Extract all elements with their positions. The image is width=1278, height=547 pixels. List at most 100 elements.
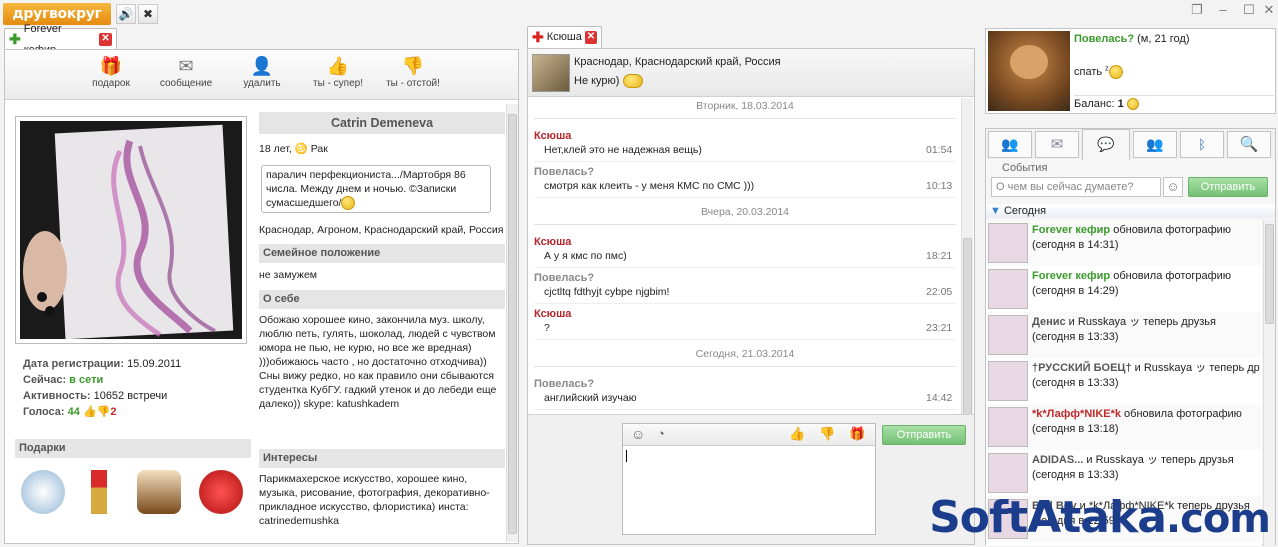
message-button[interactable]: ✉ сообщение: [155, 54, 217, 89]
events-send-button[interactable]: Отправить: [1188, 177, 1268, 197]
dislike-button[interactable]: 👎 ты - отстой!: [377, 54, 449, 89]
event-user[interactable]: Денис: [1032, 316, 1066, 328]
profile-panel: 🎁 подарок ✉ сообщение 👤 удалить 👍 ты - с…: [4, 49, 519, 544]
event-text: *k*Лафф*NIKE*k обновила фотографию: [1032, 407, 1260, 421]
reg-value: 15.09.2011: [127, 358, 182, 370]
message-author[interactable]: Ксюша: [534, 308, 571, 320]
divider: [534, 409, 956, 410]
profile-info: Catrin Demeneva 18 лет, ♋ Рак паралич пе…: [259, 112, 505, 544]
emoji-icon[interactable]: ☺: [1163, 177, 1183, 197]
profile-scrollbar[interactable]: [506, 104, 518, 542]
like-button[interactable]: 👍 ты - супер!: [307, 54, 369, 89]
event-user[interactable]: *k*Лафф*NIKE*k: [1032, 408, 1121, 420]
event-thumbnail[interactable]: [988, 361, 1028, 401]
activity-value: 10652 встречи: [93, 390, 168, 402]
smiley-icon: [341, 196, 356, 211]
date-separator: Вторник, 18.03.2014: [696, 100, 794, 112]
event-thumbnail[interactable]: [988, 269, 1028, 309]
event-thumbnail[interactable]: [988, 223, 1028, 263]
events-scroll-thumb[interactable]: [1265, 224, 1274, 324]
message-text: Нет,клей это не надежная вещь): [544, 144, 702, 156]
group-icon: 👥: [1146, 136, 1164, 152]
message-time: 22:05: [926, 286, 953, 298]
contact-avatar[interactable]: [532, 54, 570, 92]
gift-icon[interactable]: 🎁: [849, 426, 865, 442]
activity-label: Активность:: [23, 390, 91, 402]
balance-label: Баланс:: [1074, 98, 1115, 110]
thumbs-down-icon[interactable]: 👎: [819, 426, 835, 442]
event-item[interactable]: Forever кефир обновила фотографию (сегодн…: [986, 266, 1262, 312]
message-input[interactable]: [623, 447, 875, 534]
my-status[interactable]: спать z: [1074, 65, 1123, 79]
delete-button[interactable]: 👤 удалить: [237, 54, 287, 89]
tab-bluetooth[interactable]: ᛒ: [1180, 131, 1224, 158]
message-author[interactable]: Повелась?: [534, 378, 594, 390]
event-item[interactable]: ADIDAS... и Russkaya ッ теперь друзья (сег…: [986, 450, 1262, 496]
lipstick-gift-icon[interactable]: [91, 470, 107, 514]
tab-messages[interactable]: ✉: [1035, 131, 1079, 158]
event-item[interactable]: Денис и Russkaya ッ теперь друзья (сегодня…: [986, 312, 1262, 358]
close-tab-icon[interactable]: ✕: [584, 31, 597, 44]
event-time: (сегодня в 14:31): [1032, 239, 1119, 251]
tab-events[interactable]: 💬: [1082, 129, 1130, 160]
sticker-icon[interactable]: ◔: [657, 426, 665, 441]
maximize-icon[interactable]: ☐: [1238, 2, 1260, 18]
close-tab-icon[interactable]: ✕: [99, 33, 112, 46]
divider: [534, 161, 956, 162]
message-author[interactable]: Ксюша: [534, 236, 571, 248]
tab-profile[interactable]: ✚ Forever кефир ✕: [4, 23, 117, 56]
tab-contacts[interactable]: 👥: [988, 131, 1032, 158]
event-user[interactable]: †РУССКИЙ БОЕЦ†: [1032, 362, 1132, 374]
diamond-gift-icon[interactable]: [21, 470, 65, 514]
speaker-icon[interactable]: 🔊: [116, 4, 136, 24]
event-item[interactable]: *k*Лафф*NIKE*k обновила фотографию (сегод…: [986, 404, 1262, 450]
sleepy-smiley-icon: [1108, 65, 1123, 79]
message-time: 10:13: [926, 180, 953, 192]
envelope-icon: ✉: [178, 56, 194, 76]
chat-panel: Краснодар, Краснодарский край, Россия Не…: [527, 48, 975, 545]
search-icon: 🔍: [1239, 136, 1259, 153]
message-text: английский изучаю: [544, 392, 637, 404]
event-thumbnail[interactable]: [988, 407, 1028, 447]
close-icon[interactable]: ✕: [1258, 2, 1278, 18]
balance-value: 1: [1117, 98, 1124, 110]
profile-photo[interactable]: [15, 116, 247, 344]
votes-up: 44: [67, 406, 80, 418]
tab-search[interactable]: 🔍: [1227, 131, 1271, 158]
my-name[interactable]: Повелась?: [1074, 33, 1134, 45]
my-avatar[interactable]: [988, 31, 1070, 111]
event-action: и Russkaya ッ теперь друзья: [1065, 316, 1216, 328]
message-author[interactable]: Повелась?: [534, 166, 594, 178]
minimize-icon[interactable]: –: [1212, 2, 1234, 17]
bluetooth-icon: ᛒ: [1198, 137, 1206, 152]
event-user[interactable]: Forever кефир: [1032, 270, 1110, 282]
profile-scroll-thumb[interactable]: [508, 114, 517, 534]
event-item[interactable]: Forever кефир обновила фотографию (сегодн…: [986, 220, 1262, 266]
events-group-header[interactable]: ▼ Сегодня: [986, 204, 1275, 218]
event-thumbnail[interactable]: [988, 453, 1028, 493]
my-status-text: спать: [1074, 65, 1103, 78]
tab-chat[interactable]: ✚ Ксюша ✕: [527, 26, 602, 48]
message-author[interactable]: Ксюша: [534, 130, 571, 142]
thumbs-up-icon[interactable]: 👍: [789, 426, 805, 442]
event-item[interactable]: †РУССКИЙ БОЕЦ† и Russkaya ッ теперь друзь…: [986, 358, 1262, 404]
event-user[interactable]: ADIDAS...: [1032, 454, 1083, 466]
cake-gift-icon[interactable]: [137, 470, 181, 514]
chat-scrollbar[interactable]: [961, 98, 973, 464]
contact-status-text: Не курю): [574, 74, 620, 87]
tab-nearby[interactable]: 👥: [1133, 131, 1177, 158]
events-status-input[interactable]: О чем вы сейчас думаете?: [991, 177, 1161, 197]
status-bubble: паралич перфекциониста.../Мартобря 86 чи…: [261, 165, 491, 214]
event-user[interactable]: Forever кефир: [1032, 224, 1110, 236]
profile-actions-toolbar: 🎁 подарок ✉ сообщение 👤 удалить 👍 ты - с…: [5, 50, 518, 100]
tools-icon[interactable]: ✖: [138, 4, 158, 24]
restore-icon[interactable]: ❐: [1186, 2, 1208, 18]
event-thumbnail[interactable]: [988, 315, 1028, 355]
thumbs-up-icon: 👍: [326, 56, 350, 76]
send-button[interactable]: Отправить: [882, 425, 966, 445]
gift-button[interactable]: 🎁 подарок: [87, 54, 135, 89]
emoji-icon[interactable]: ☺: [631, 426, 645, 442]
message-author[interactable]: Повелась?: [534, 272, 594, 284]
message-text: А у я кмс по пмс): [544, 250, 627, 262]
rose-gift-icon[interactable]: [199, 470, 243, 514]
